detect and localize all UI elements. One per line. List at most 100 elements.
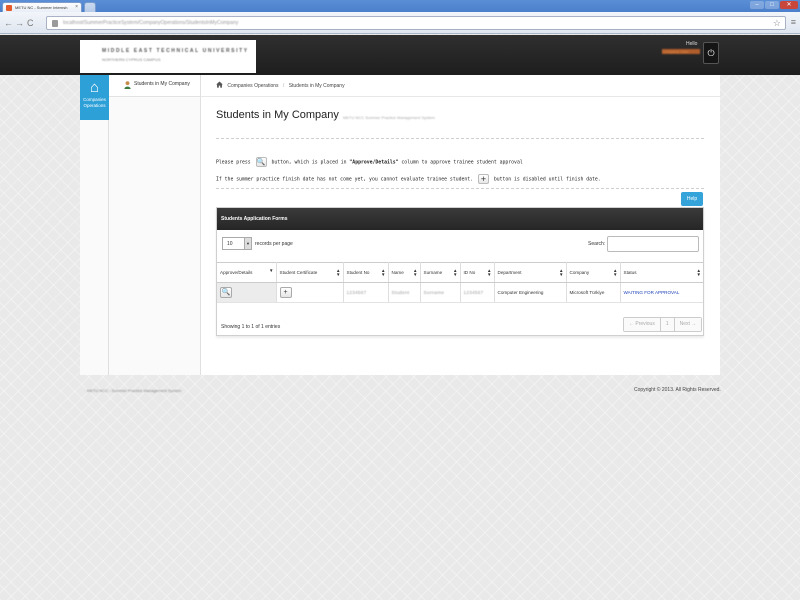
info-text: column to approve trainee student approv… [401, 160, 523, 166]
app-header: MIDDLE EAST TECHNICAL UNIVERSITY NORTHER… [0, 35, 800, 75]
tab-title: METU NC - Summer Internsh [15, 5, 68, 10]
column-header-id-no[interactable]: ID No ▲ ▼ [460, 262, 495, 283]
status-badge: WAITING FOR APPROVAL [623, 290, 680, 295]
certificate-add-button[interactable]: + [279, 287, 292, 298]
breadcrumb: Companies Operations / Students in My Co… [216, 81, 345, 89]
footer-copyright: Copyright © 2013. All Rights Reserved. [634, 387, 721, 393]
table-row: 🔍 + 1234567 Student Surname 1234567 Comp… [217, 282, 703, 303]
address-bar[interactable]: localhost/SummerPracticeSystem/CompanyOp… [46, 16, 786, 30]
sort-icon: ▲ ▼ [613, 268, 618, 277]
column-header-status[interactable]: Status ▲ ▼ [620, 262, 703, 283]
sort-icon: ▲ ▼ [453, 268, 458, 277]
column-header-approve-details[interactable]: Approve/Details ▼ [217, 262, 277, 283]
logo-subtitle: NORTHERN CYPRUS CAMPUS [102, 57, 161, 62]
showing-entries-text: Showing 1 to 1 of 1 entries [221, 324, 281, 330]
info-text: Please press [216, 160, 251, 166]
sort-icon: ▲ ▼ [336, 268, 341, 277]
column-header-student-no[interactable]: Student No ▲ ▼ [343, 262, 389, 283]
tab-close-icon[interactable]: × [75, 4, 78, 10]
page-subtitle: METU NCC Summer Practice Management Syst… [343, 115, 435, 120]
magnifier-icon: 🔍 [255, 157, 267, 167]
dashed-divider [216, 138, 704, 139]
reload-icon[interactable]: C [27, 18, 34, 28]
search-input[interactable] [607, 236, 699, 252]
plus-icon: + [477, 174, 489, 184]
info-text: If the summer practice finish date has n… [216, 177, 474, 183]
cell-student-certificate: + [276, 282, 344, 303]
info-line-approve: Please press 🔍 button, which is placed i… [216, 157, 523, 167]
breadcrumb-separator: / [282, 83, 285, 89]
pager-previous-button[interactable]: ← Previous [624, 318, 661, 331]
records-per-page-select[interactable]: 10 ▼ [222, 237, 252, 250]
pager-next-button[interactable]: Next → [674, 318, 702, 331]
chevron-down-icon: ▼ [244, 238, 251, 249]
minimize-button[interactable]: – [750, 1, 764, 9]
browser-title-bar: METU NC - Summer Internsh × – □ ✕ [0, 0, 800, 12]
browser-tab[interactable]: METU NC - Summer Internsh × [2, 2, 82, 12]
main-container: ⌂ Companies Operations Students in My Co… [80, 75, 720, 375]
forward-icon[interactable]: → [15, 18, 24, 28]
help-button[interactable]: Help [681, 192, 703, 206]
hello-label: Hello [686, 41, 698, 47]
breadcrumb-item-current: Students in My Company [288, 83, 345, 89]
sub-navigation: Students in My Company [109, 75, 201, 375]
close-window-button[interactable]: ✕ [780, 1, 798, 9]
applications-panel: Students Application Forms 10 ▼ records … [216, 207, 704, 336]
browser-menu-icon[interactable]: ≡ [791, 17, 796, 27]
divider [201, 96, 720, 97]
info-bold-text: "Approve/Details" [349, 160, 399, 166]
cell-name: Student [388, 282, 421, 303]
rail-item-companies-operations[interactable]: ⌂ Companies Operations [80, 75, 109, 120]
cell-surname: Surname [420, 282, 461, 303]
column-header-department[interactable]: Department ▲ ▼ [494, 262, 567, 283]
sort-icon: ▲ ▼ [381, 268, 386, 277]
subnav-item-label: Students in My Company [134, 81, 190, 87]
maximize-button[interactable]: □ [765, 1, 779, 9]
back-icon[interactable]: ← [4, 18, 13, 28]
user-name[interactable]: Company User [662, 49, 700, 54]
info-line-evaluate: If the summer practice finish date has n… [216, 174, 601, 184]
page-icon [52, 20, 58, 27]
sort-icon: ▲ ▼ [696, 268, 701, 277]
column-header-surname[interactable]: Surname ▲ ▼ [420, 262, 461, 283]
cell-approve-details: 🔍 [217, 282, 277, 303]
bookmark-star-icon[interactable]: ☆ [773, 18, 781, 28]
favicon-icon [6, 5, 12, 11]
pagination: ← Previous 1 Next → [623, 317, 703, 332]
browser-toolbar: ← → C localhost/SummerPracticeSystem/Com… [0, 12, 800, 34]
column-header-name[interactable]: Name ▲ ▼ [388, 262, 421, 283]
column-header-company[interactable]: Company ▲ ▼ [566, 262, 621, 283]
university-logo[interactable]: MIDDLE EAST TECHNICAL UNIVERSITY NORTHER… [80, 40, 256, 73]
sort-icon: ▲ ▼ [559, 268, 564, 277]
pager-page-1[interactable]: 1 [660, 318, 675, 331]
applications-table: Approve/Details ▼ Student Certificate ▲ ▼ S… [217, 262, 703, 303]
breadcrumb-item[interactable]: Companies Operations [227, 83, 278, 89]
cell-department: Computer Engineering [494, 282, 567, 303]
footer-system-name: METU NCC - Summer Practice Management Sy… [87, 388, 182, 393]
records-per-page-value: 10 [227, 241, 233, 247]
sort-icon: ▲ ▼ [413, 268, 418, 277]
column-header-student-certificate[interactable]: Student Certificate ▲ ▼ [276, 262, 344, 283]
search-label: Search: [588, 241, 606, 247]
user-icon [124, 81, 131, 89]
cell-id-no: 1234567 [460, 282, 495, 303]
sort-icon: ▲ ▼ [487, 268, 492, 277]
subnav-item-students-in-my-company[interactable]: Students in My Company [109, 75, 200, 97]
breadcrumb-home-icon[interactable] [216, 81, 223, 88]
new-tab-button[interactable] [84, 2, 96, 12]
cell-student-no: 1234567 [343, 282, 389, 303]
records-per-page-label: records per page [255, 241, 293, 247]
approve-details-button[interactable]: 🔍 [220, 287, 232, 298]
rail-item-label: Companies Operations [83, 97, 106, 108]
left-rail: ⌂ Companies Operations [80, 75, 109, 375]
cell-company: Microsoft Türkiye [566, 282, 621, 303]
sort-desc-icon: ▼ [269, 268, 274, 273]
logout-power-button[interactable]: ⏻ [703, 42, 719, 64]
cell-status: WAITING FOR APPROVAL [620, 282, 703, 303]
dashed-divider [216, 188, 704, 189]
url-text: localhost/SummerPracticeSystem/CompanyOp… [63, 20, 239, 26]
logo-title: MIDDLE EAST TECHNICAL UNIVERSITY [102, 48, 249, 54]
page-title: Students in My Company [216, 109, 339, 121]
window-controls: – □ ✕ [750, 1, 798, 9]
table-header-row: Approve/Details ▼ Student Certificate ▲ ▼ S… [217, 262, 703, 283]
